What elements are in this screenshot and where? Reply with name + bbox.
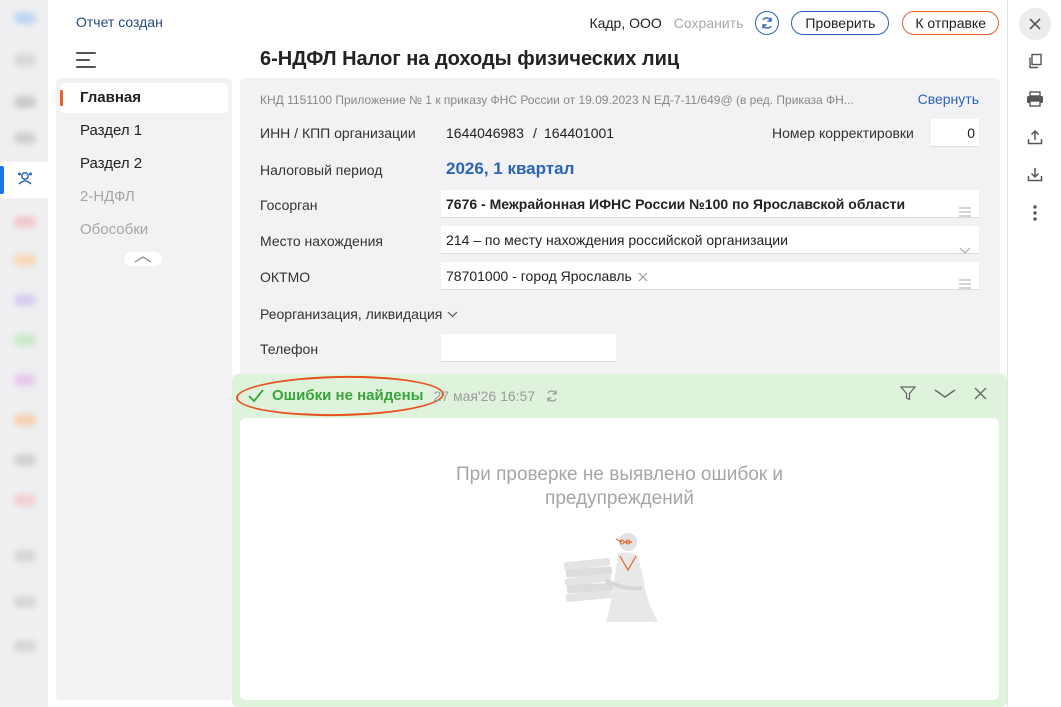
nav-item-2ndfl[interactable]: 2-НДФЛ	[60, 182, 228, 212]
location-value: 214 – по месту нахождения российской орг…	[446, 232, 788, 248]
checkmark-icon	[248, 388, 264, 402]
copy-icon[interactable]	[1025, 51, 1045, 71]
refresh-icon	[762, 17, 773, 29]
app-icon-blurred[interactable]	[14, 550, 36, 562]
org-chart-icon[interactable]	[17, 170, 33, 191]
list-icon[interactable]	[959, 198, 971, 226]
period-value[interactable]: 2026, 1 квартал	[446, 159, 574, 179]
authority-value: 7676 - Межрайонная ИФНС России №100 по Я…	[446, 196, 906, 212]
app-icon-blurred[interactable]	[14, 596, 36, 608]
authority-field[interactable]: 7676 - Межрайонная ИФНС России №100 по Я…	[441, 190, 979, 218]
app-icon-blurred[interactable]	[14, 96, 36, 108]
check-result-title: Ошибки не найдены	[272, 387, 424, 404]
chevron-up-icon	[134, 256, 152, 263]
collapse-link[interactable]: Свернуть	[918, 91, 979, 107]
location-select[interactable]: 214 – по месту нахождения российской орг…	[441, 226, 979, 254]
header-actions: Кадр, ООО Сохранить Проверить К отправке	[589, 10, 999, 36]
oktmo-value: 78701000 - город Ярославль	[446, 268, 632, 284]
app-icon-blurred[interactable]	[14, 454, 36, 466]
collapse-nav-button[interactable]	[124, 252, 162, 266]
section-nav: Главная Раздел 1 Раздел 2 2-НДФЛ Обособк…	[56, 78, 232, 700]
app-icon-blurred[interactable]	[14, 132, 36, 144]
inn-kpp-label: ИНН / КПП организации	[260, 125, 416, 141]
report-form: КНД 1151100 Приложение № 1 к приказу ФНС…	[240, 78, 1000, 378]
app-rail	[0, 0, 48, 707]
report-status: Отчет создан	[76, 14, 163, 30]
reorg-toggle[interactable]: Реорганизация, ликвидация	[260, 306, 458, 322]
refresh-button[interactable]	[755, 11, 780, 35]
app-icon-blurred[interactable]	[14, 294, 36, 306]
check-result-tools	[882, 386, 987, 401]
refresh-icon[interactable]	[545, 389, 559, 403]
app-icon-blurred[interactable]	[14, 494, 36, 506]
check-result-panel: Ошибки не найдены 27 мая'26 16:57 При пр…	[232, 374, 1007, 707]
nav-item-branches[interactable]: Обособки	[60, 215, 228, 245]
nav-item-section-2[interactable]: Раздел 2	[60, 149, 228, 179]
filter-icon[interactable]	[900, 386, 916, 401]
menu-icon[interactable]	[76, 52, 96, 68]
app-icon-blurred[interactable]	[14, 374, 36, 386]
phone-input[interactable]	[441, 334, 616, 362]
right-toolbar	[1007, 0, 1061, 707]
app-icon-blurred[interactable]	[14, 54, 36, 66]
app-icon-blurred[interactable]	[14, 640, 36, 652]
location-label: Место нахождения	[260, 233, 383, 249]
check-result-header: Ошибки не найдены 27 мая'26 16:57	[248, 387, 559, 404]
correction-label: Номер корректировки	[772, 125, 914, 141]
empty-state-line-1: При проверке не выявлено ошибок и	[455, 464, 784, 485]
active-indicator	[0, 166, 4, 194]
correction-input[interactable]: 0	[931, 119, 979, 147]
chevron-down-icon[interactable]	[934, 388, 956, 399]
more-vertical-icon[interactable]	[1025, 203, 1045, 223]
check-timestamp: 27 мая'26 16:57	[433, 387, 536, 404]
upload-icon[interactable]	[1025, 127, 1045, 147]
inn-value: 1644046983	[446, 125, 524, 141]
nav-item-section-1[interactable]: Раздел 1	[60, 116, 228, 146]
app-icon-blurred[interactable]	[14, 216, 36, 228]
list-icon[interactable]	[959, 270, 971, 298]
print-icon[interactable]	[1025, 89, 1045, 109]
page-title: 6-НДФЛ Налог на доходы физических лиц	[260, 48, 680, 70]
inn-kpp-separator: /	[533, 125, 537, 141]
phone-label: Телефон	[260, 341, 319, 357]
app-icon-blurred[interactable]	[14, 12, 36, 24]
reorg-label: Реорганизация, ликвидация	[260, 306, 443, 322]
oktmo-field[interactable]: 78701000 - город Ярославль	[441, 262, 979, 290]
save-button[interactable]: Сохранить	[674, 15, 744, 31]
app-icon-blurred[interactable]	[14, 254, 36, 266]
app-icon-blurred[interactable]	[14, 414, 36, 426]
app-icon-blurred[interactable]	[14, 334, 36, 346]
empty-state-line-2: предупреждений	[545, 488, 694, 509]
authority-label: Госорган	[260, 197, 318, 213]
download-icon[interactable]	[1025, 164, 1045, 184]
chevron-down-icon	[447, 311, 458, 317]
chevron-down-icon	[959, 236, 971, 264]
empty-state-illustration	[562, 530, 678, 635]
close-icon[interactable]	[974, 387, 987, 400]
check-button[interactable]: Проверить	[791, 11, 890, 35]
nav-item-main[interactable]: Главная	[60, 83, 228, 113]
check-result-body: При проверке не выявлено ошибок и предуп…	[240, 418, 999, 700]
oktmo-label: ОКТМО	[260, 269, 311, 285]
send-button[interactable]: К отправке	[902, 11, 999, 35]
organization-name[interactable]: Кадр, ООО	[589, 15, 661, 31]
clear-icon[interactable]	[638, 263, 648, 291]
empty-state-message: При проверке не выявлено ошибок и предуп…	[240, 463, 999, 511]
kpp-value: 164401001	[544, 125, 615, 141]
knd-info: КНД 1151100 Приложение № 1 к приказу ФНС…	[260, 93, 854, 107]
close-icon[interactable]	[1019, 8, 1051, 40]
period-label: Налоговый период	[260, 162, 383, 178]
